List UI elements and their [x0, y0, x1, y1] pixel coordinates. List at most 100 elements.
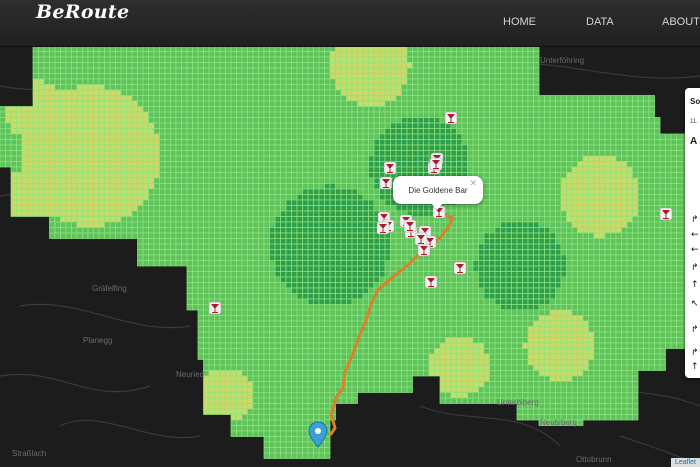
map-canvas[interactable]: [0, 46, 700, 467]
heatmap-cell: [296, 166, 303, 173]
heatmap-cell: [329, 238, 336, 245]
heatmap-cell: [494, 199, 501, 206]
heatmap-cell: [362, 243, 369, 250]
heatmap-cell: [274, 287, 281, 294]
heatmap-cell: [533, 282, 540, 289]
heatmap-cell: [340, 89, 347, 96]
heatmap-cell: [373, 150, 380, 157]
heatmap-cell: [571, 155, 578, 162]
heatmap-cell: [27, 128, 34, 135]
heatmap-cell: [285, 243, 292, 250]
heatmap-cell: [516, 51, 523, 58]
heatmap-cell: [54, 210, 61, 217]
heatmap-cell: [599, 150, 606, 157]
heatmap-cell: [120, 166, 127, 173]
heatmap-cell: [456, 150, 463, 157]
heatmap-cell: [527, 122, 534, 129]
heatmap-cell: [395, 67, 402, 74]
heatmap-cell: [676, 183, 683, 190]
heatmap-cell: [208, 144, 215, 151]
heatmap-cell: [263, 188, 270, 195]
heatmap-cell: [247, 199, 254, 206]
heatmap-cell: [505, 106, 512, 113]
heatmap-cell: [164, 150, 171, 157]
heatmap-cell: [214, 199, 221, 206]
heatmap-cell: [142, 111, 149, 118]
heatmap-cell: [428, 78, 435, 85]
heatmap-cell: [566, 249, 573, 256]
heatmap-cell: [10, 194, 17, 201]
heatmap-cell: [175, 249, 182, 256]
heatmap-cell: [291, 62, 298, 69]
heatmap-cell: [219, 188, 226, 195]
nav-data-link[interactable]: DATA: [586, 16, 614, 28]
heatmap-cell: [230, 232, 237, 239]
heatmap-cell: [588, 133, 595, 140]
heatmap-cell: [318, 254, 325, 261]
heatmap-cell: [439, 139, 446, 146]
heatmap-cell: [71, 73, 78, 80]
heatmap-cell: [346, 188, 353, 195]
nav-home-link[interactable]: HOME: [503, 16, 536, 28]
heatmap-cell: [472, 84, 479, 91]
heatmap-cell: [269, 62, 276, 69]
heatmap-cell: [637, 177, 644, 184]
heatmap-cell: [329, 243, 336, 250]
heatmap-cell: [544, 161, 551, 168]
heatmap-cell: [670, 260, 677, 267]
heatmap-cell: [461, 254, 468, 261]
heatmap-cell: [225, 133, 232, 140]
heatmap-cell: [461, 111, 468, 118]
heatmap-cell: [285, 111, 292, 118]
heatmap-cell: [494, 254, 501, 261]
heatmap-cell: [516, 287, 523, 294]
heatmap-cell: [362, 293, 369, 300]
heatmap-cell: [87, 177, 94, 184]
heatmap-cell: [560, 188, 567, 195]
heatmap-cell: [494, 188, 501, 195]
heatmap-cell: [384, 56, 391, 63]
heatmap-cell: [247, 238, 254, 245]
heatmap-cell: [489, 155, 496, 162]
heatmap-cell: [82, 84, 89, 91]
heatmap-cell: [280, 177, 287, 184]
heatmap-cell: [500, 155, 507, 162]
heatmap-cell: [302, 172, 309, 179]
heatmap-cell: [406, 150, 413, 157]
heatmap-cell: [599, 249, 606, 256]
heatmap-cell: [676, 254, 683, 261]
heatmap-cell: [269, 106, 276, 113]
heatmap-cell: [98, 78, 105, 85]
heatmap-cell: [93, 144, 100, 151]
heatmap-cell: [417, 161, 424, 168]
heatmap-cell: [412, 139, 419, 146]
heatmap-cell: [670, 150, 677, 157]
heatmap-cell: [148, 133, 155, 140]
heatmap-cell: [208, 56, 215, 63]
heatmap-cell: [131, 106, 138, 113]
heatmap-cell: [241, 249, 248, 256]
nav-about-link[interactable]: ABOUT: [662, 16, 700, 28]
heatmap-cell: [49, 172, 56, 179]
heatmap-cell: [38, 155, 45, 162]
heatmap-cell: [670, 166, 677, 173]
heatmap-cell: [648, 194, 655, 201]
heatmap-cell: [368, 177, 375, 184]
brand-logo[interactable]: BeRoute: [36, 1, 129, 23]
map-view[interactable]: Unterföhring Gräfelfing Planegg Neuried …: [0, 46, 700, 467]
heatmap-cell: [230, 282, 237, 289]
heatmap-cell: [38, 139, 45, 146]
heatmap-cell: [252, 287, 259, 294]
heatmap-cell: [269, 282, 276, 289]
heatmap-cell: [412, 84, 419, 91]
heatmap-cell: [313, 111, 320, 118]
heatmap-cell: [489, 172, 496, 179]
heatmap-cell: [153, 117, 160, 124]
heatmap-cell: [395, 243, 402, 250]
heatmap-cell: [461, 238, 468, 245]
heatmap-cell: [511, 276, 518, 283]
heatmap-cell: [219, 254, 226, 261]
heatmap-cell: [395, 155, 402, 162]
heatmap-cell: [362, 161, 369, 168]
heatmap-cell: [610, 205, 617, 212]
